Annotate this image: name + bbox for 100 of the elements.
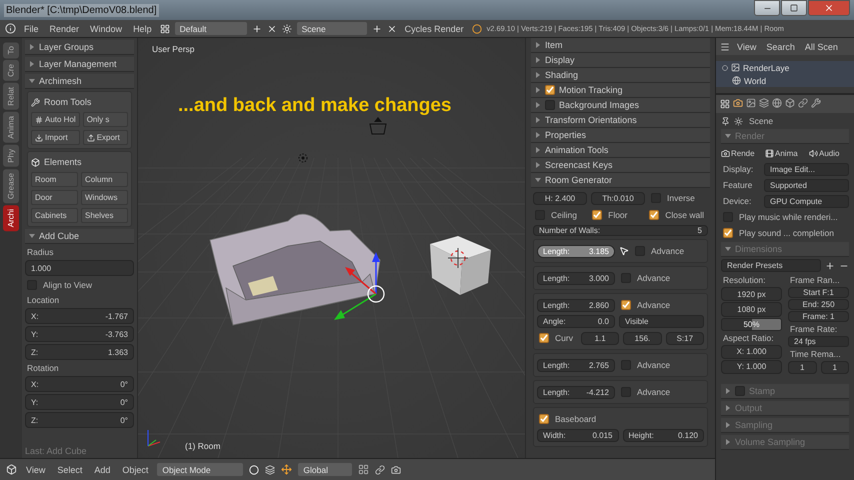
- number-field[interactable]: Y: 0°: [25, 394, 134, 410]
- menu-item[interactable]: Search: [763, 42, 798, 52]
- number-field[interactable]: X: -1.767: [25, 308, 134, 324]
- number-field[interactable]: Start F:1: [788, 287, 849, 298]
- dropdown[interactable]: 24 fps: [788, 336, 849, 347]
- tool-button[interactable]: Column: [81, 172, 128, 187]
- scene-field[interactable]: Scene: [296, 22, 367, 35]
- number-field[interactable]: X: 1.000: [721, 344, 782, 359]
- layout-field[interactable]: Default: [174, 22, 247, 35]
- panel-header[interactable]: Archimesh: [25, 74, 134, 89]
- checkbox[interactable]: [649, 210, 660, 220]
- tool-button[interactable]: Shelves: [81, 208, 128, 223]
- number-field[interactable]: End: 250: [788, 299, 849, 310]
- number-field[interactable]: 1: [788, 361, 816, 374]
- close-icon[interactable]: [266, 24, 277, 34]
- snap-icon[interactable]: [375, 464, 386, 474]
- disclosure-triangle-icon[interactable]: [535, 132, 541, 138]
- disclosure-triangle-icon[interactable]: [535, 102, 541, 108]
- tool-button[interactable]: Auto Hol: [31, 112, 80, 127]
- panel-header[interactable]: Item: [531, 38, 710, 53]
- 3d-cursor-icon[interactable]: [448, 248, 468, 268]
- number-field[interactable]: H: 2.400: [533, 192, 587, 204]
- menu-item[interactable]: View: [23, 464, 48, 474]
- checkbox[interactable]: [545, 85, 555, 95]
- close-button[interactable]: [808, 0, 850, 16]
- panel-header[interactable]: Screencast Keys: [531, 158, 710, 173]
- menu-item[interactable]: Object: [119, 464, 152, 474]
- disclosure-triangle-icon[interactable]: [535, 147, 541, 153]
- render-button[interactable]: Rende: [721, 146, 761, 160]
- cube-icon[interactable]: [785, 98, 795, 108]
- info-icon[interactable]: [5, 23, 16, 34]
- number-field[interactable]: Number of Walls: 5: [533, 225, 708, 236]
- camera-icon[interactable]: [733, 98, 743, 108]
- dropdown[interactable]: Supported: [764, 178, 849, 192]
- disclosure-triangle-icon[interactable]: [29, 233, 35, 239]
- disclosure-triangle-icon[interactable]: [535, 87, 541, 93]
- layers-icon[interactable]: [358, 464, 370, 475]
- shading-icon[interactable]: [249, 464, 260, 474]
- panel-header[interactable]: Add Cube: [25, 229, 134, 244]
- number-field[interactable]: Width: 0.015: [537, 429, 618, 442]
- menu-item[interactable]: View: [734, 42, 760, 52]
- disclosure-triangle-icon[interactable]: [29, 44, 35, 50]
- render-button[interactable]: Anima: [765, 146, 805, 160]
- editor-type-icon[interactable]: [720, 99, 730, 109]
- number-field[interactable]: Z: 0°: [25, 412, 134, 428]
- add-icon[interactable]: [825, 260, 835, 270]
- tool-tab[interactable]: Archi: [3, 204, 19, 231]
- tool-tab[interactable]: Anima: [3, 112, 19, 143]
- menu-item[interactable]: Window: [87, 24, 126, 34]
- globe-icon[interactable]: [772, 98, 782, 108]
- number-field[interactable]: Length: 2.765: [537, 358, 615, 372]
- disclosure-triangle-icon[interactable]: [29, 61, 35, 67]
- number-field[interactable]: Length: 3.000: [537, 272, 615, 284]
- number-field[interactable]: Y: -3.763: [25, 326, 134, 342]
- tool-button[interactable]: Door: [31, 190, 78, 205]
- number-field[interactable]: S:17: [666, 332, 704, 344]
- menu-item[interactable]: Select: [54, 464, 86, 474]
- render-button[interactable]: Audio: [809, 146, 849, 160]
- number-field[interactable]: Length: 3.185: [537, 244, 615, 258]
- number-field[interactable]: X: 0°: [25, 376, 134, 392]
- tool-tab[interactable]: Phy: [3, 144, 19, 167]
- layers-icon[interactable]: [759, 98, 769, 108]
- panel-header[interactable]: Layer Management: [25, 57, 134, 72]
- render-engine-dropdown[interactable]: Cycles Render: [402, 24, 467, 34]
- disclosure-triangle-icon[interactable]: [725, 439, 731, 445]
- menu-item[interactable]: File: [21, 24, 42, 34]
- disclosure-triangle-icon[interactable]: [535, 42, 541, 48]
- number-field[interactable]: Angle: 0.0: [537, 315, 615, 328]
- number-field[interactable]: 1.1: [580, 332, 620, 344]
- maximize-button[interactable]: [781, 0, 807, 16]
- link-icon[interactable]: [798, 98, 808, 108]
- minimize-button[interactable]: [754, 0, 780, 16]
- cube-drawing[interactable]: [430, 236, 491, 295]
- close-icon[interactable]: [386, 24, 397, 34]
- number-field[interactable]: Frame: 1: [788, 311, 849, 322]
- tool-button[interactable]: Cabinets: [31, 208, 78, 223]
- number-field[interactable]: Th:0.010: [591, 192, 645, 204]
- tool-tab[interactable]: To: [3, 42, 19, 58]
- panel-header[interactable]: Shading: [531, 68, 710, 83]
- 3d-viewport[interactable]: User Persp ...and back and make changes (1) Room: [138, 38, 525, 458]
- room-mesh-drawing[interactable]: [210, 214, 380, 326]
- panel-header[interactable]: Properties: [531, 128, 710, 143]
- checkbox[interactable]: [735, 386, 745, 396]
- disclosure-triangle-icon[interactable]: [535, 57, 541, 63]
- disclosure-triangle-icon[interactable]: [725, 246, 731, 252]
- number-field[interactable]: 156.: [623, 332, 662, 344]
- outliner-row[interactable]: World: [716, 74, 854, 87]
- checkbox[interactable]: [539, 333, 549, 343]
- tool-button[interactable]: Windows: [81, 190, 128, 205]
- tool-tab[interactable]: Cre: [3, 60, 19, 82]
- panel-header[interactable]: Animation Tools: [531, 143, 710, 158]
- disclosure-triangle-icon[interactable]: [535, 72, 541, 78]
- manipulator-icon[interactable]: [281, 464, 292, 475]
- orientation-dropdown[interactable]: Global: [298, 463, 352, 476]
- disclosure-triangle-icon[interactable]: [725, 422, 731, 428]
- render-icon[interactable]: [391, 464, 402, 474]
- outliner-row[interactable]: RenderLaye: [716, 61, 854, 74]
- checkbox[interactable]: [539, 414, 549, 424]
- number-field[interactable]: 1: [820, 361, 849, 374]
- transform-gizmo-drawing[interactable]: [334, 252, 385, 320]
